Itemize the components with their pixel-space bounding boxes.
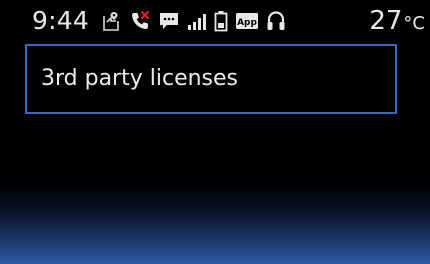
clock: 9:44 [32,6,89,35]
status-bar: 9:44 App 27°C [0,0,430,40]
battery-icon [214,10,228,32]
message-icon [158,10,180,32]
app-icon: App [235,10,259,32]
phone-missed-icon [129,10,151,32]
temperature-value: 27 [369,6,403,36]
signal-icon [187,10,207,32]
list-item-third-party-licenses[interactable]: 3rd party licenses [25,44,397,114]
app-icon-label: App [237,18,257,28]
temperature-unit: °C [403,13,425,34]
temperature: 27°C [369,6,425,39]
status-icons: App [100,8,293,34]
list-item-label: 3rd party licenses [41,66,239,91]
navigation-icon [100,10,122,32]
headphones-icon [266,10,286,32]
screen: 9:44 App 27°C 3rd party licenses [0,0,430,264]
